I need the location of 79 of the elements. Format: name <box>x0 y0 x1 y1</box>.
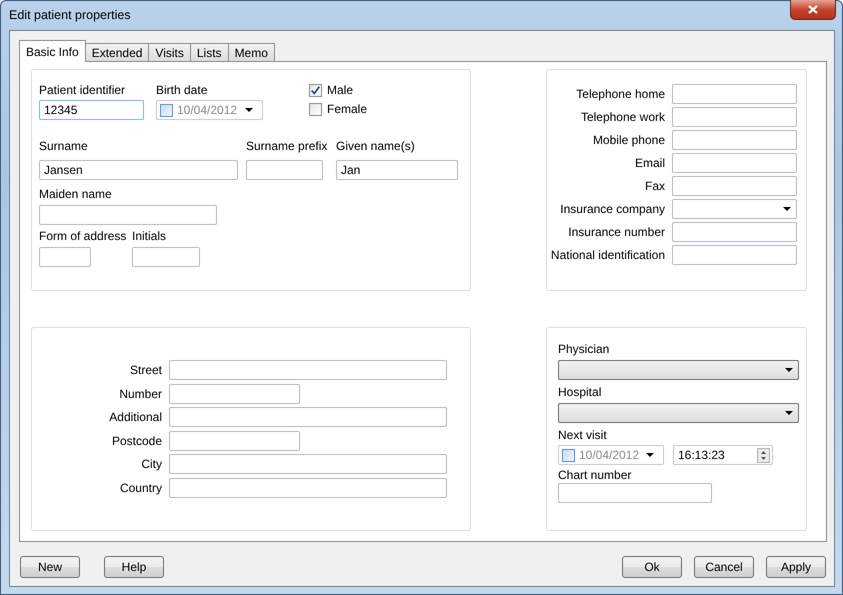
input-field[interactable]: Jan <box>336 160 458 180</box>
field-label: Email <box>634 156 665 170</box>
input-field[interactable] <box>132 247 200 267</box>
dropdown-arrow-icon <box>783 207 791 211</box>
input-field[interactable] <box>169 360 447 380</box>
close-button[interactable] <box>790 0 836 20</box>
field-label: Street <box>128 363 162 377</box>
field-label: Initials <box>132 229 166 244</box>
field-label: Patient identifier <box>39 83 126 98</box>
dropdown-arrow-icon <box>245 108 253 112</box>
field-label: Insurance number <box>567 225 665 239</box>
field-label: City <box>140 457 162 471</box>
input-field[interactable]: Jansen <box>39 160 238 180</box>
tab[interactable]: Lists <box>190 43 229 61</box>
time-picker[interactable]: 16:13:23 <box>673 445 773 465</box>
dialog-button[interactable]: Cancel <box>694 556 754 578</box>
input-field[interactable] <box>672 245 797 265</box>
field-label: Given name(s) <box>336 139 415 154</box>
field-label: Hospital <box>558 385 602 400</box>
input-field[interactable] <box>672 130 797 150</box>
field-label: Mobile phone <box>592 133 665 147</box>
dropdown-arrow-icon <box>785 368 793 372</box>
input-field[interactable] <box>672 153 797 173</box>
input-field[interactable] <box>246 160 323 180</box>
field-label: Surname <box>39 139 88 154</box>
input-field[interactable] <box>169 478 447 498</box>
field-label: Physician <box>558 342 610 357</box>
dialog-button[interactable]: Help <box>104 556 164 578</box>
dropdown-arrow-icon <box>646 453 654 457</box>
field-label: Birth date <box>156 83 208 98</box>
close-icon <box>808 5 818 14</box>
field-label: National identification <box>550 248 665 262</box>
field-label: Telephone home <box>575 87 665 101</box>
input-field[interactable] <box>672 222 797 242</box>
input-field[interactable]: 12345 <box>39 100 144 120</box>
tab[interactable]: Extended <box>84 43 150 61</box>
dialog-button[interactable]: Ok <box>622 556 682 578</box>
input-field[interactable] <box>39 247 91 267</box>
checkbox-label: Female <box>327 102 368 116</box>
dropdown-arrow-icon <box>785 411 793 415</box>
dropdown[interactable] <box>558 403 799 423</box>
field-label: Telephone work <box>580 110 665 124</box>
checkbox[interactable] <box>160 104 173 116</box>
field-label: Surname prefix <box>246 139 328 154</box>
dropdown[interactable] <box>558 360 799 380</box>
input-field[interactable] <box>169 384 300 404</box>
window-title: Edit patient properties <box>9 8 131 22</box>
field-label: Form of address <box>39 229 126 244</box>
input-field[interactable] <box>39 205 217 225</box>
input-field[interactable] <box>169 407 447 427</box>
field-label: Postcode <box>110 434 162 448</box>
input-field[interactable] <box>169 454 447 474</box>
spin-arrows-icon <box>757 448 770 462</box>
field-label: Next visit <box>558 428 607 443</box>
dropdown[interactable] <box>672 199 797 219</box>
checkbox[interactable] <box>309 102 322 116</box>
tab[interactable]: Memo <box>228 43 275 61</box>
input-field[interactable] <box>169 430 300 450</box>
tab[interactable]: Visits <box>148 43 191 61</box>
input-field[interactable] <box>558 483 712 503</box>
input-field[interactable] <box>672 84 797 104</box>
field-label: Fax <box>644 179 665 193</box>
field-label: Country <box>118 480 162 494</box>
checkbox[interactable] <box>309 84 322 96</box>
field-label: Maiden name <box>39 187 112 202</box>
input-field[interactable] <box>672 107 797 127</box>
field-label: Chart number <box>558 468 632 483</box>
input-field[interactable] <box>672 176 797 196</box>
field-label: Number <box>118 386 162 400</box>
dialog-button[interactable]: New <box>20 556 80 578</box>
time-value: 16:13:23 <box>678 448 725 462</box>
field-label: Insurance company <box>559 202 665 216</box>
checkbox[interactable] <box>562 448 575 462</box>
checkbox-label: Male <box>327 83 354 97</box>
date-value: 10/04/2012 <box>579 448 640 462</box>
date-value: 10/04/2012 <box>177 103 238 117</box>
tab[interactable]: Basic Info <box>19 40 86 62</box>
field-label: Additional <box>108 410 162 424</box>
dialog-button[interactable]: Apply <box>766 556 826 578</box>
